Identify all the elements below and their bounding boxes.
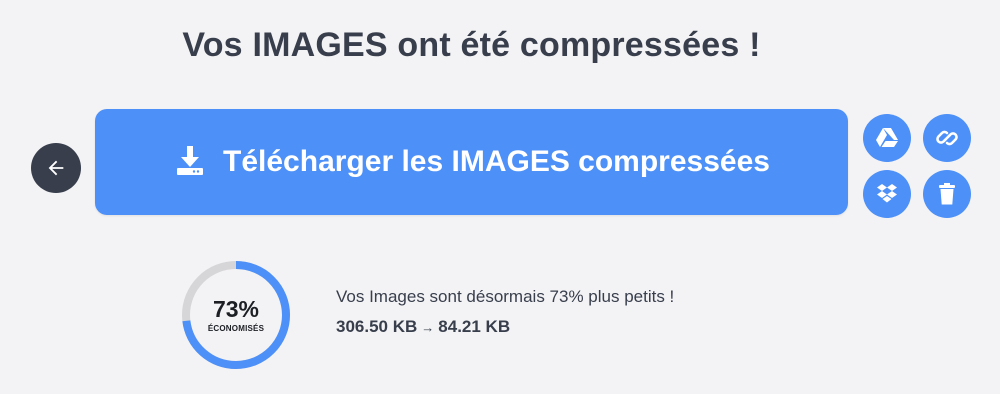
download-button[interactable]: Télécharger les IMAGES compressées bbox=[95, 109, 848, 215]
compressed-size: 84.21 KB bbox=[438, 317, 511, 336]
download-icon bbox=[173, 143, 207, 177]
page-title: Vos IMAGES ont été compressées ! bbox=[182, 26, 761, 64]
back-button[interactable] bbox=[31, 143, 81, 193]
google-drive-button[interactable] bbox=[863, 114, 911, 162]
download-button-label: Télécharger les IMAGES compressées bbox=[223, 145, 770, 178]
trash-icon bbox=[937, 182, 957, 206]
arrow-left-icon bbox=[45, 157, 67, 179]
dropbox-button[interactable] bbox=[863, 170, 911, 218]
savings-gauge: 73% ÉCONOMISÉS bbox=[179, 258, 293, 372]
original-size: 306.50 KB bbox=[336, 317, 418, 336]
dropbox-icon bbox=[875, 183, 899, 205]
google-drive-icon bbox=[875, 127, 899, 149]
savings-caption: ÉCONOMISÉS bbox=[207, 324, 265, 333]
result-message: Vos Images sont désormais 73% plus petit… bbox=[336, 287, 675, 306]
compression-result-page: Vos IMAGES ont été compressées ! Télécha… bbox=[0, 0, 1000, 394]
savings-percent: 73% bbox=[212, 296, 260, 322]
copy-link-button[interactable] bbox=[923, 114, 971, 162]
size-comparison: 306.50 KB → 84.21 KB bbox=[336, 317, 510, 337]
link-icon bbox=[935, 126, 959, 150]
size-arrow: → bbox=[421, 319, 435, 335]
delete-button[interactable] bbox=[923, 170, 971, 218]
